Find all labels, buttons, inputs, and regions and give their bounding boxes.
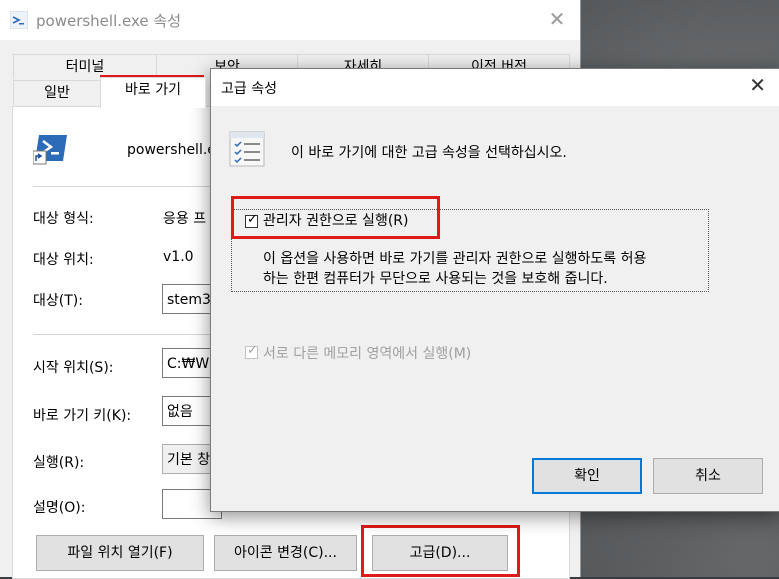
dialog-titlebar: 고급 속성 ✕ <box>211 69 779 106</box>
separator <box>33 186 210 187</box>
open-file-location-button[interactable]: 파일 위치 열기(F) <box>36 535 204 571</box>
separate-memory-checkbox: ✓ <box>245 343 258 359</box>
window-title: powershell.exe 속성 <box>36 12 181 30</box>
target-type-label: 대상 형식: <box>33 211 94 227</box>
separator <box>33 334 210 335</box>
dialog-description: 이 바로 가기에 대한 고급 속성을 선택하십시오. <box>291 145 567 161</box>
ok-button[interactable]: 확인 <box>532 458 642 494</box>
target-location-value: v1.0 <box>163 249 194 265</box>
properties-list-icon <box>229 131 265 167</box>
tab-general[interactable]: 일반 <box>13 80 101 105</box>
tab-shortcut[interactable]: 바로 가기 <box>100 77 206 108</box>
cancel-button[interactable]: 취소 <box>653 458 763 494</box>
close-icon[interactable]: ✕ <box>749 73 766 97</box>
run-as-admin-explanation: 이 옵션을 사용하면 바로 가기를 관리자 권한으로 실행하도록 허용 하는 한… <box>263 249 713 289</box>
highlight-advanced-button <box>361 525 520 577</box>
highlight-run-as-admin <box>231 196 440 239</box>
shortcut-name: powershell.e <box>127 142 216 158</box>
target-label: 대상(T): <box>33 293 83 309</box>
explanation-line-2: 하는 한편 컴퓨터가 무단으로 사용되는 것을 보호해 줍니다. <box>263 271 608 287</box>
change-icon-button[interactable]: 아이콘 변경(C)... <box>214 535 357 571</box>
start-in-label: 시작 위치(S): <box>33 360 114 376</box>
close-icon[interactable]: ✕ <box>544 6 570 32</box>
advanced-properties-dialog: 고급 속성 ✕ 이 바로 가기에 대한 고급 속성을 선택하십시오. ✓ 관리자… <box>210 68 779 512</box>
explanation-line-1: 이 옵션을 사용하면 바로 가기를 관리자 권한으로 실행하도록 허용 <box>263 251 647 267</box>
run-label: 실행(R): <box>33 455 85 471</box>
powershell-shortcut-icon <box>33 135 67 165</box>
properties-titlebar: powershell.exe 속성 ✕ <box>0 0 580 40</box>
target-location-label: 대상 위치: <box>33 252 94 268</box>
dialog-title: 고급 속성 <box>221 81 277 97</box>
separate-memory-label: 서로 다른 메모리 영역에서 실행(M) <box>263 346 472 362</box>
check-icon: ✓ <box>247 343 258 358</box>
shortcut-key-label: 바로 가기 키(K): <box>33 408 132 424</box>
target-type-value: 응용 프 <box>163 211 207 227</box>
comment-label: 설명(O): <box>33 500 86 516</box>
powershell-icon <box>10 11 28 29</box>
